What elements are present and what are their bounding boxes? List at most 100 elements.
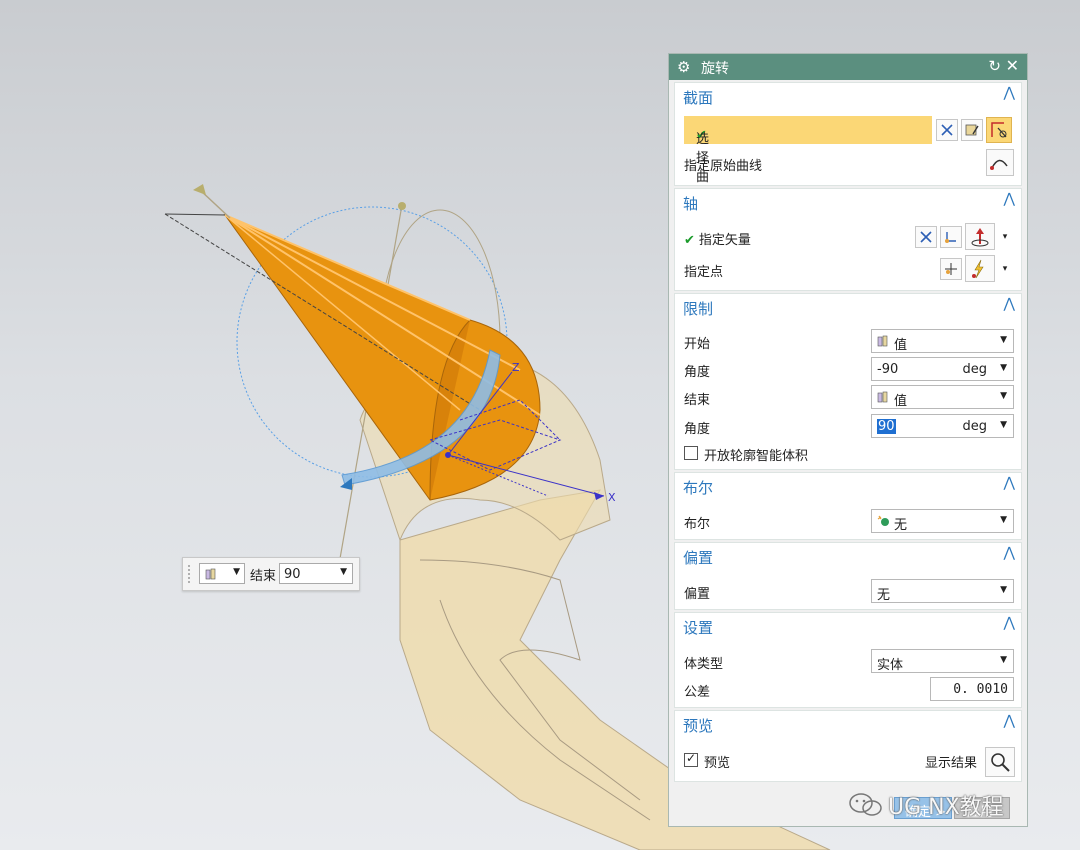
vector-dialog-button[interactable] <box>940 226 962 248</box>
inferred-vector-button[interactable] <box>965 223 995 250</box>
collapse-icon[interactable]: ⋀ <box>1004 545 1015 561</box>
grip-handle[interactable] <box>187 564 191 584</box>
deselect-curve-button[interactable] <box>936 119 958 141</box>
collapse-icon[interactable]: ⋀ <box>1004 191 1015 207</box>
section-section-title: 截面 <box>683 89 714 107</box>
origin-curve-label: 指定原始曲线 <box>684 159 763 174</box>
handle-value-input[interactable]: 90 ▼ <box>279 563 353 584</box>
check-icon: ✔ <box>684 233 695 248</box>
preview-checkbox[interactable]: ✓ <box>684 751 698 767</box>
end-angle-label: 角度 <box>684 422 711 437</box>
axis-x-label: X <box>608 491 616 504</box>
collapse-icon[interactable]: ⋀ <box>1004 85 1015 101</box>
limits-section-header[interactable]: 限制 ⋀ <box>675 294 1021 320</box>
tolerance-input[interactable]: 0. 0010 <box>930 677 1014 701</box>
dialog-title: 旋转 <box>701 61 729 77</box>
settings-section-header[interactable]: 设置 ⋀ <box>675 613 1021 639</box>
handle-label: 结束 <box>250 569 277 584</box>
end-type-value: 值 <box>894 394 908 409</box>
offset-label: 偏置 <box>684 587 711 602</box>
vector-dropdown[interactable]: ▾ <box>999 226 1011 248</box>
chevron-down-icon: ▼ <box>233 567 240 577</box>
boolean-value: 无 <box>894 518 908 533</box>
origin-curve-button[interactable] <box>986 149 1014 176</box>
value-type-icon <box>877 335 888 347</box>
dialog-titlebar[interactable]: ⚙ 旋转 ↻ ✕ <box>669 54 1027 80</box>
open-profile-label: 开放轮廓智能体积 <box>704 449 809 464</box>
end-type-select[interactable]: 值 ▼ <box>871 385 1014 409</box>
chevron-down-icon: ▼ <box>1000 391 1007 401</box>
offset-section-title: 偏置 <box>683 549 714 567</box>
start-angle-unit: deg <box>962 362 987 377</box>
value-type-icon <box>877 391 888 403</box>
offset-row: 偏置 无 ▼ <box>675 577 1021 605</box>
vector-icon <box>945 232 956 243</box>
magnifier-icon <box>991 753 1010 772</box>
section-section: 截面 ⋀ ✔选择曲线 (3) 指定原始曲线 <box>674 82 1022 219</box>
select-curve-row[interactable]: ✔选择曲线 (3) <box>675 116 1021 219</box>
collapse-icon[interactable]: ⋀ <box>1004 475 1015 491</box>
inferred-point-button[interactable] <box>965 255 995 282</box>
open-profile-checkbox[interactable] <box>684 446 698 460</box>
curve-rule-button[interactable] <box>986 117 1012 143</box>
origin-curve-row: 指定原始曲线 <box>675 149 1021 177</box>
point-dialog-button[interactable] <box>940 258 962 280</box>
start-angle-label: 角度 <box>684 365 711 380</box>
start-angle-value: -90 <box>877 362 899 377</box>
tolerance-label: 公差 <box>684 685 711 700</box>
chevron-down-icon: ▼ <box>1000 363 1007 373</box>
boolean-section-header[interactable]: 布尔 ⋀ <box>675 473 1021 499</box>
point-row: 指定点 ▾ <box>675 255 1021 283</box>
open-profile-row: 开放轮廓智能体积 <box>675 442 1021 470</box>
start-type-value: 值 <box>894 338 908 353</box>
preview-section: 预览 ⋀ ✓ 预览 显示结果 <box>674 710 1022 782</box>
chevron-down-icon: ▼ <box>1000 515 1007 525</box>
end-angle-value: 90 <box>877 419 896 434</box>
point-dropdown[interactable]: ▾ <box>999 258 1011 280</box>
chevron-down-icon: ▼ <box>340 567 347 577</box>
boolean-section: 布尔 ⋀ 布尔 无 ▼ <box>674 472 1022 540</box>
drag-handle-tip <box>193 184 206 195</box>
chevron-down-icon: ▼ <box>1000 335 1007 345</box>
select-curve-highlight[interactable]: ✔选择曲线 (3) <box>684 116 932 219</box>
body-type-label: 体类型 <box>684 657 724 672</box>
settings-section-title: 设置 <box>683 619 714 637</box>
vector-row: ✔ 指定矢量 ▾ <box>675 223 1021 251</box>
body-type-row: 体类型 实体 ▼ <box>675 647 1021 675</box>
start-row: 开始 值 ▼ <box>675 327 1021 355</box>
boolean-select[interactable]: 无 ▼ <box>871 509 1014 533</box>
end-angle-input[interactable]: 90 deg ▼ <box>871 414 1014 438</box>
watermark: UG NX教程 <box>848 786 1068 822</box>
offset-select[interactable]: 无 ▼ <box>871 579 1014 603</box>
show-result-label: 显示结果 <box>925 756 978 771</box>
wechat-icon <box>849 793 882 816</box>
reset-icon[interactable]: ↻ <box>988 57 1001 75</box>
point-label: 指定点 <box>684 265 724 280</box>
start-type-select[interactable]: 值 ▼ <box>871 329 1014 353</box>
offset-section-header[interactable]: 偏置 ⋀ <box>675 543 1021 569</box>
collapse-icon[interactable]: ⋀ <box>1004 296 1015 312</box>
chevron-down-icon: ▼ <box>1000 655 1007 665</box>
body-type-value: 实体 <box>877 658 904 673</box>
body-type-select[interactable]: 实体 ▼ <box>871 649 1014 673</box>
sketch-section-button[interactable] <box>961 119 983 141</box>
cross-arrows-icon <box>941 124 953 136</box>
axis-section-header[interactable]: 轴 ⋀ <box>675 189 1021 215</box>
settings-section: 设置 ⋀ 体类型 实体 ▼ 公差 0. 0010 <box>674 612 1022 708</box>
show-result-button[interactable] <box>985 747 1015 777</box>
section-section-header[interactable]: 截面 ⋀ <box>675 83 1021 109</box>
axis-section: 轴 ⋀ ✔ 指定矢量 ▾ 指定点 ▾ <box>674 188 1022 291</box>
curve-icon <box>990 159 1008 170</box>
close-icon[interactable]: ✕ <box>1006 56 1019 75</box>
gear-icon: ⚙ <box>677 58 691 76</box>
start-angle-input[interactable]: -90 deg ▼ <box>871 357 1014 381</box>
collapse-icon[interactable]: ⋀ <box>1004 615 1015 631</box>
preview-section-title: 预览 <box>683 717 714 735</box>
boolean-label: 布尔 <box>684 517 711 532</box>
offset-section: 偏置 ⋀ 偏置 无 ▼ <box>674 542 1022 610</box>
value-type-dropdown[interactable]: ▼ <box>199 563 245 584</box>
collapse-icon[interactable]: ⋀ <box>1004 713 1015 729</box>
chevron-down-icon: ▼ <box>1000 420 1007 430</box>
reverse-direction-button[interactable] <box>915 226 937 248</box>
preview-section-header[interactable]: 预览 ⋀ <box>675 711 1021 737</box>
